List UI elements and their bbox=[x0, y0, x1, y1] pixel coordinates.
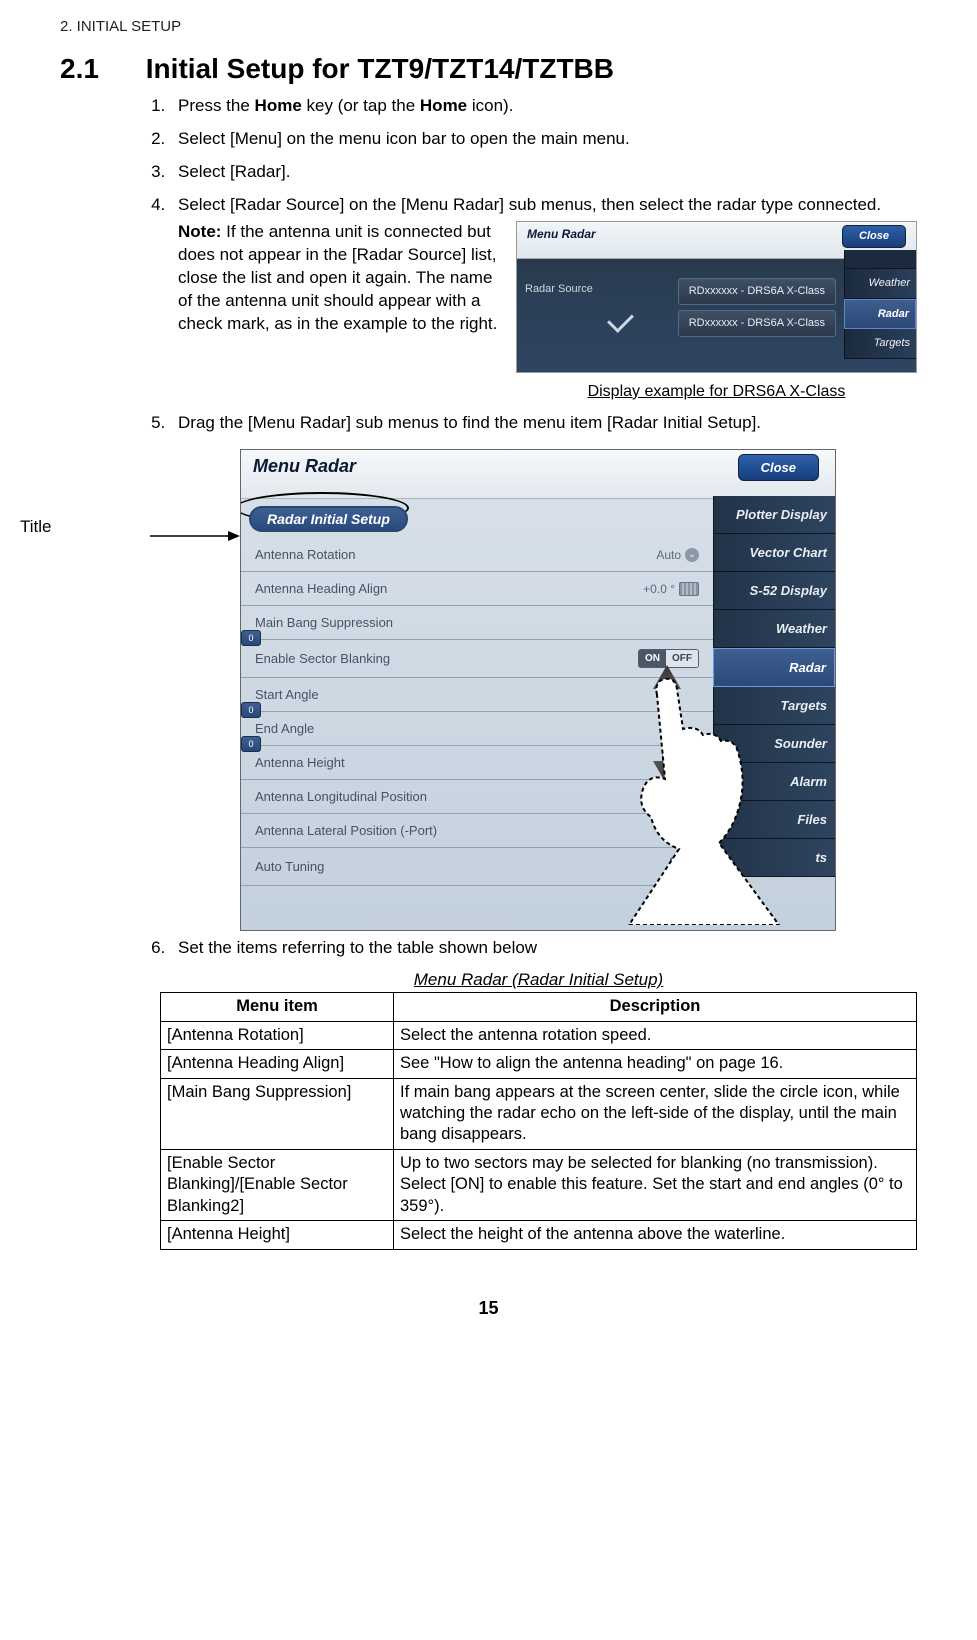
figure1-caption: Display example for DRS6A X-Class bbox=[516, 381, 917, 403]
menu-row-auto-tuning[interactable]: Auto TuningON bbox=[241, 848, 713, 886]
note-label: Note: bbox=[178, 222, 221, 241]
page-number: 15 bbox=[60, 1298, 917, 1319]
sidebar-item-vector-chart[interactable]: Vector Chart bbox=[713, 534, 835, 572]
chapter-header: 2. INITIAL SETUP bbox=[60, 18, 917, 35]
menu-row-main-bang-suppression[interactable]: Main Bang Suppression0 bbox=[241, 606, 713, 640]
slider-knob[interactable]: 0 bbox=[241, 736, 261, 752]
sidebar-item-weather[interactable]: Weather bbox=[713, 610, 835, 648]
table-header-menu-item: Menu item bbox=[161, 993, 394, 1021]
step-4: Select [Radar Source] on the [Menu Radar… bbox=[170, 194, 917, 403]
sidebar-item-alarm[interactable]: Alarm bbox=[713, 763, 835, 801]
chevron-down-icon[interactable]: ⌄ bbox=[685, 756, 699, 770]
step-2: Select [Menu] on the menu icon bar to op… bbox=[170, 128, 917, 151]
checkmark-icon bbox=[607, 306, 634, 333]
table-row: [Enable Sector Blanking]/[Enable Sector … bbox=[161, 1149, 917, 1220]
menu-row-enable-sector-blanking[interactable]: Enable Sector BlankingONOFF bbox=[241, 640, 713, 678]
sidebar-item-targets[interactable]: Targets bbox=[844, 329, 916, 359]
sidebar-item-radar[interactable]: Radar bbox=[844, 299, 916, 330]
table-header-description: Description bbox=[394, 993, 917, 1021]
title-callout: Title bbox=[20, 449, 150, 537]
step-1: Press the Home key (or tap the Home icon… bbox=[170, 95, 917, 118]
radar-source-option-2[interactable]: RDxxxxxx - DRS6A X-Class bbox=[678, 310, 836, 337]
menu-row-antenna-heading-align[interactable]: Antenna Heading Align+0.0 ° bbox=[241, 572, 713, 606]
sidebar-item-ts[interactable]: ts bbox=[713, 839, 835, 877]
menu-row-antenna-lateral-position-port-[interactable]: Antenna Lateral Position (-Port) bbox=[241, 814, 713, 848]
radar-source-label: Radar Source bbox=[525, 282, 593, 297]
menu-row-antenna-height[interactable]: Antenna Height3m⌄ bbox=[241, 746, 713, 780]
figure-radar-initial-setup: Menu Radar Close Radar Initial Setup Ant… bbox=[240, 449, 836, 931]
table-row: [Antenna Heading Align]See "How to align… bbox=[161, 1050, 917, 1078]
keyboard-icon[interactable] bbox=[679, 582, 699, 596]
table-row: [Main Bang Suppression]If main bang appe… bbox=[161, 1078, 917, 1149]
radar-source-option-1[interactable]: RDxxxxxx - DRS6A X-Class bbox=[678, 278, 836, 305]
section-heading: Initial Setup for TZT9/TZT14/TZTBB bbox=[146, 53, 614, 84]
table-row: [Antenna Rotation]Select the antenna rot… bbox=[161, 1021, 917, 1049]
section-pill-radar-initial-setup: Radar Initial Setup bbox=[249, 506, 408, 532]
close-button[interactable]: Close bbox=[738, 454, 819, 481]
toggle-on[interactable]: ON bbox=[670, 857, 699, 876]
sidebar-item-radar[interactable]: Radar bbox=[713, 648, 835, 687]
arrow-icon bbox=[150, 449, 240, 547]
figure-radar-source: Menu Radar Close Radar Source RDxxxxxx -… bbox=[516, 221, 917, 373]
sidebar-item-plotter-display[interactable]: Plotter Display bbox=[713, 496, 835, 534]
fig2-menubar: Menu Radar Close bbox=[241, 450, 835, 499]
step-5: Drag the [Menu Radar] sub menus to find … bbox=[170, 412, 917, 435]
chevron-down-icon[interactable]: ⌄ bbox=[685, 548, 699, 562]
menu-row-antenna-rotation[interactable]: Antenna RotationAuto⌄ bbox=[241, 538, 713, 572]
sidebar-item-sounder[interactable]: Sounder bbox=[713, 725, 835, 763]
table-row: [Antenna Height]Select the height of the… bbox=[161, 1221, 917, 1249]
sidebar-item-targets[interactable]: Targets bbox=[713, 687, 835, 725]
sidebar-item-s-52-display[interactable]: S-52 Display bbox=[713, 572, 835, 610]
menu-row-start-angle[interactable]: Start Angle0 bbox=[241, 678, 713, 712]
close-button[interactable]: Close bbox=[842, 225, 906, 248]
menu-row-end-angle[interactable]: End Angle0 bbox=[241, 712, 713, 746]
scroll-arrow-icon bbox=[649, 665, 685, 785]
step-3: Select [Radar]. bbox=[170, 161, 917, 184]
section-number: 2.1 bbox=[60, 53, 138, 85]
sidebar-item-files[interactable]: Files bbox=[713, 801, 835, 839]
section-title: 2.1 Initial Setup for TZT9/TZT14/TZTBB bbox=[60, 53, 917, 85]
step-6: Set the items referring to the table sho… bbox=[170, 937, 917, 960]
note-text: If the antenna unit is connected but doe… bbox=[178, 222, 497, 333]
menu-table: Menu item Description [Antenna Rotation]… bbox=[160, 992, 917, 1249]
sidebar-item-weather[interactable]: Weather bbox=[844, 269, 916, 299]
table-caption: Menu Radar (Radar Initial Setup) bbox=[160, 970, 917, 990]
slider-knob[interactable]: 0 bbox=[241, 630, 261, 646]
menu-row-antenna-longitudinal-position[interactable]: Antenna Longitudinal Position bbox=[241, 780, 713, 814]
